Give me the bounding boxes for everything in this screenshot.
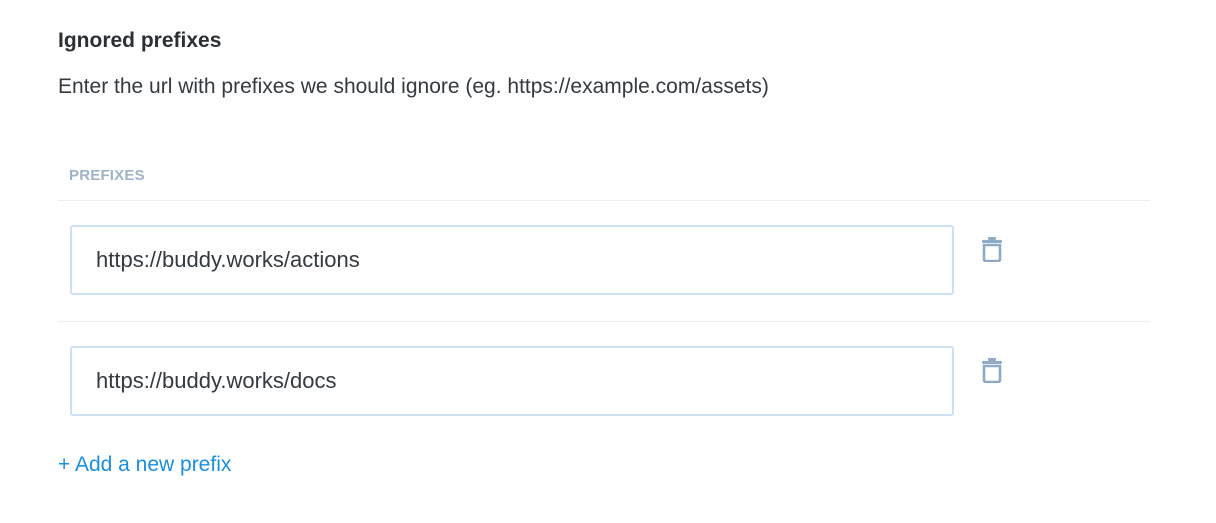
delete-prefix-button[interactable] [976,235,1008,267]
prefix-input[interactable] [70,346,954,416]
prefix-row [58,225,1150,297]
prefix-row [58,346,1150,418]
trash-icon [981,357,1003,388]
add-prefix-link[interactable]: + Add a new prefix [58,453,231,477]
trash-icon [981,236,1003,267]
divider [58,200,1150,201]
section-description: Enter the url with prefixes we should ig… [58,75,769,98]
delete-prefix-button[interactable] [976,356,1008,388]
divider [58,321,1150,322]
prefixes-column-header: PREFIXES [69,167,145,184]
section-title: Ignored prefixes [58,29,222,52]
prefix-input[interactable] [70,225,954,295]
